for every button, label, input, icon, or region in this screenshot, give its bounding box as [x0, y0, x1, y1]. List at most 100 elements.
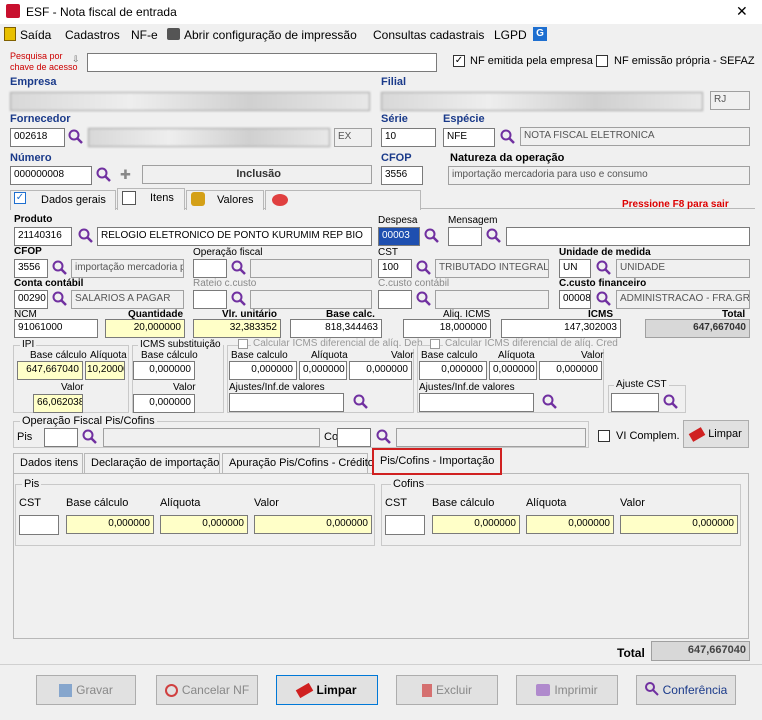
ipi-aliq-input[interactable]: 10,200000 [85, 361, 125, 380]
menu-cadastros[interactable]: Cadastros [65, 28, 120, 42]
vlr-input[interactable]: 32,383352 [193, 319, 281, 338]
ipi-base-input[interactable]: 647,667040 [17, 361, 83, 380]
cfop-search-icon[interactable] [52, 260, 68, 276]
conta-search-icon[interactable] [52, 291, 68, 307]
tab-declaracao[interactable]: Declaração de importação [84, 453, 220, 473]
tab-apuracao[interactable]: Apuração Pis/Cofins - Crédito [222, 453, 374, 473]
tab-dados-itens[interactable]: Dados itens [13, 453, 83, 473]
numero-search-icon[interactable] [96, 167, 112, 183]
limpar-small-button[interactable]: Limpar [683, 420, 749, 448]
difcred-aj-input[interactable] [419, 393, 534, 412]
especie-search-icon[interactable] [500, 129, 516, 145]
pressione-f8: Pressione F8 para sair [622, 199, 729, 210]
cst-search-icon[interactable] [416, 260, 432, 276]
ipi-valor-label: Valor [61, 382, 84, 393]
icmsst-base-label: Base cálculo [141, 350, 198, 361]
menu-saida[interactable]: Saída [20, 28, 51, 42]
cfop-item-input[interactable]: 3556 [14, 259, 48, 278]
ajuste-cst-label: Ajuste CST [614, 379, 669, 390]
rateio-search-icon[interactable] [231, 291, 247, 307]
cancelar-nf-button[interactable]: Cancelar NF [156, 675, 258, 705]
close-button[interactable]: ✕ [736, 3, 748, 20]
nf-emitida-checkbox[interactable]: ✓ [453, 55, 465, 67]
difdeb-valor-input[interactable]: 0,000000 [349, 361, 412, 380]
rateio-input[interactable] [193, 290, 227, 309]
filial-select[interactable] [381, 92, 703, 111]
despesa-input[interactable]: 00003 [378, 227, 420, 246]
excluir-button[interactable]: Excluir [396, 675, 498, 705]
conta-input[interactable]: 00290 [14, 290, 48, 309]
gravar-button[interactable]: Gravar [36, 675, 136, 705]
ccusto-search-icon[interactable] [416, 291, 432, 307]
cofins-op-search-icon[interactable] [376, 429, 392, 445]
produto-input[interactable]: 21140316 [14, 227, 72, 246]
numero-input[interactable]: 000000008 [10, 166, 92, 185]
difcred-aliq-input[interactable]: 0,000000 [489, 361, 537, 380]
search-input[interactable] [87, 53, 437, 72]
nf-propria-checkbox[interactable] [596, 55, 608, 67]
menu-nfe[interactable]: NF-e [131, 28, 158, 42]
lgpd-icon[interactable]: G [533, 27, 547, 41]
difdeb-checkbox[interactable] [238, 339, 248, 349]
tab-pis-cofins-importacao[interactable]: Pis/Cofins - Importação [372, 448, 502, 475]
icmsst-valor-input[interactable]: 0,000000 [133, 394, 195, 413]
mensagem-search-icon[interactable] [486, 228, 502, 244]
icmsst-base-input[interactable]: 0,000000 [133, 361, 195, 380]
difcred-search-icon[interactable] [542, 394, 558, 410]
difcred-base-input[interactable]: 0,000000 [419, 361, 487, 380]
ccfin-input[interactable]: 00008 [559, 290, 591, 309]
empresa-select[interactable] [10, 92, 370, 111]
imprimir-button[interactable]: Imprimir [516, 675, 618, 705]
pis-op-input[interactable] [44, 428, 78, 447]
difdeb-aj-input[interactable] [229, 393, 344, 412]
search-label: Pesquisa por chave de acesso [10, 51, 78, 72]
empresa-label: Empresa [10, 76, 57, 88]
difdeb-base-input[interactable]: 0,000000 [229, 361, 297, 380]
despesa-search-icon[interactable] [424, 228, 440, 244]
difdeb-aliq-input[interactable]: 0,000000 [299, 361, 347, 380]
fornecedor-search-icon[interactable] [68, 129, 84, 145]
menu-consultas[interactable]: Consultas cadastrais [373, 28, 484, 42]
mensagem-label: Mensagem [448, 215, 498, 226]
produto-search-icon[interactable] [78, 228, 94, 244]
ncm-input[interactable]: 91061000 [14, 319, 98, 338]
unidade-search-icon[interactable] [596, 260, 612, 276]
cofins-op-desc [396, 428, 586, 447]
ipi-valor-input[interactable]: 66,062038 [33, 394, 83, 413]
opfiscal-search-icon[interactable] [231, 260, 247, 276]
ccusto-input[interactable] [378, 290, 412, 309]
mensagem-input[interactable] [448, 227, 482, 246]
cst-input[interactable]: 100 [378, 259, 412, 278]
icmsst-valor-label: Valor [173, 382, 196, 393]
pis-op-search-icon[interactable] [82, 429, 98, 445]
difcred-checkbox[interactable] [430, 339, 440, 349]
footer-total-label: Total [617, 646, 645, 660]
icms-input[interactable]: 147,302003 [501, 319, 621, 338]
aliq-input[interactable]: 18,000000 [403, 319, 491, 338]
ipi-title: IPI [20, 339, 37, 350]
serie-input[interactable]: 10 [381, 128, 436, 147]
ajuste-cst-search-icon[interactable] [663, 394, 679, 410]
menu-lgpd[interactable]: LGPD [494, 28, 527, 42]
qtd-input[interactable]: 20,000000 [105, 319, 185, 338]
cfop-input[interactable]: 3556 [381, 166, 423, 185]
difcred-valor-input[interactable]: 0,000000 [539, 361, 602, 380]
gravar-label: Gravar [76, 683, 113, 697]
tab-panel-frame [13, 474, 749, 639]
difdeb-valor-label: Valor [391, 350, 414, 361]
fornecedor-code[interactable]: 002618 [10, 128, 65, 147]
unidade-input[interactable]: UN [559, 259, 591, 278]
opfiscal-input[interactable] [193, 259, 227, 278]
tab-sefaz[interactable] [265, 190, 421, 210]
base-input[interactable]: 818,344463 [290, 319, 382, 338]
conferencia-button[interactable]: Conferência [636, 675, 736, 705]
ajuste-cst-input[interactable] [611, 393, 659, 412]
vi-complem-checkbox[interactable] [598, 430, 610, 442]
difdeb-search-icon[interactable] [353, 394, 369, 410]
menu-config-impressao[interactable]: Abrir configuração de impressão [184, 28, 357, 42]
cofins-op-input[interactable] [337, 428, 371, 447]
plus-icon[interactable]: ✚ [120, 167, 131, 183]
ccfin-search-icon[interactable] [596, 291, 612, 307]
limpar-button[interactable]: Limpar [276, 675, 378, 705]
especie-input[interactable]: NFE [443, 128, 495, 147]
